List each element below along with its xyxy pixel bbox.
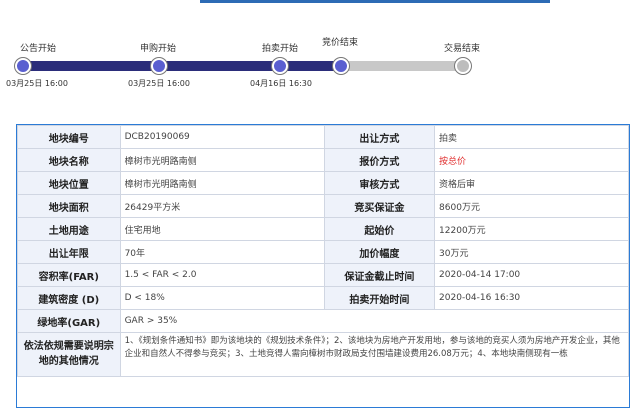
field-value-highlight: 按总价: [434, 148, 629, 172]
field-value: D < 18%: [119, 286, 325, 310]
table-row: 地块编号 DCB20190069 出让方式 拍卖: [17, 125, 629, 149]
field-label: 地块编号: [17, 125, 121, 149]
table-row: 建筑密度 (D) D < 18% 拍卖开始时间 2020-04-16 16:30: [17, 286, 629, 310]
timeline-step-label: 申购开始: [140, 44, 177, 54]
field-value: 30万元: [434, 240, 629, 264]
timeline-step-dot: [151, 58, 167, 74]
timeline-step-label: 交易结束: [444, 44, 481, 54]
timeline-step-time: 03月25日 16:00: [128, 79, 190, 88]
field-label: 地块面积: [17, 194, 121, 218]
table-row: 出让年限 70年 加价幅度 30万元: [17, 240, 629, 264]
table-row: 土地用途 住宅用地 起始价 12200万元: [17, 217, 629, 241]
field-label: 地块名称: [17, 148, 121, 172]
field-value: 樟树市光明路南侧: [119, 148, 325, 172]
table-row: 绿地率(GAR) GAR > 35%: [17, 309, 629, 333]
timeline-step-time: 03月25日 16:00: [6, 79, 68, 88]
field-label: 出让年限: [17, 240, 121, 264]
field-label: 地块位置: [17, 171, 121, 195]
timeline-progress-done: [22, 61, 344, 71]
field-value: 8600万元: [434, 194, 629, 218]
table-row: 地块位置 樟树市光明路南侧 审核方式 资格后审: [17, 171, 629, 195]
field-label: 加价幅度: [323, 240, 436, 264]
field-label: 报价方式: [323, 148, 436, 172]
field-label: 土地用途: [17, 217, 121, 241]
table-row: 依法依规需要说明宗地的其他情况 1、《规划条件通知书》即为该地块的《规划技术条件…: [17, 332, 629, 377]
field-label: 容积率(FAR): [17, 263, 121, 287]
field-label: 建筑密度 (D): [17, 286, 121, 310]
timeline-step-time: 04月16日 16:30: [250, 79, 312, 88]
field-value: 70年: [119, 240, 325, 264]
field-label: 出让方式: [323, 125, 436, 149]
timeline-step-label: 竞价结束: [322, 38, 359, 48]
field-value: 住宅用地: [119, 217, 325, 241]
field-label: 拍卖开始时间: [323, 286, 436, 310]
table-row: 容积率(FAR) 1.5 < FAR < 2.0 保证金截止时间 2020-04…: [17, 263, 629, 287]
field-label: 依法依规需要说明宗地的其他情况: [17, 332, 121, 377]
field-value: 2020-04-16 16:30: [434, 286, 629, 310]
field-value: 12200万元: [434, 217, 629, 241]
field-value: 1.5 < FAR < 2.0: [119, 263, 325, 287]
land-details-table: 地块编号 DCB20190069 出让方式 拍卖 地块名称 樟树市光明路南侧 报…: [16, 124, 630, 408]
timeline-step-dot: [15, 58, 31, 74]
field-label: 绿地率(GAR): [17, 309, 121, 333]
timeline-progress-remaining: [340, 61, 466, 71]
field-value: 樟树市光明路南侧: [119, 171, 325, 195]
timeline-step-label: 拍卖开始: [262, 44, 299, 54]
timeline-step-dot: [272, 58, 288, 74]
field-value: DCB20190069: [119, 125, 325, 149]
progress-timeline: 公告开始 03月25日 16:00 申购开始 03月25日 16:00 拍卖开始…: [0, 0, 640, 96]
field-value: 26429平方米: [119, 194, 325, 218]
field-value: 资格后审: [434, 171, 629, 195]
field-value: 拍卖: [434, 125, 629, 149]
table-row: 地块面积 26429平方米 竞买保证金 8600万元: [17, 194, 629, 218]
notes-value: 1、《规划条件通知书》即为该地块的《规划技术条件》；2、该地块为房地产开发用地，…: [119, 332, 629, 377]
field-label: 审核方式: [323, 171, 436, 195]
field-value: GAR > 35%: [119, 309, 629, 333]
timeline-step-label: 公告开始: [20, 44, 57, 54]
field-label: 保证金截止时间: [323, 263, 436, 287]
field-label: 竞买保证金: [323, 194, 436, 218]
timeline-step-dot: [455, 58, 471, 74]
timeline-step-dot: [333, 58, 349, 74]
field-value: 2020-04-14 17:00: [434, 263, 629, 287]
table-row: 地块名称 樟树市光明路南侧 报价方式 按总价: [17, 148, 629, 172]
field-label: 起始价: [323, 217, 436, 241]
